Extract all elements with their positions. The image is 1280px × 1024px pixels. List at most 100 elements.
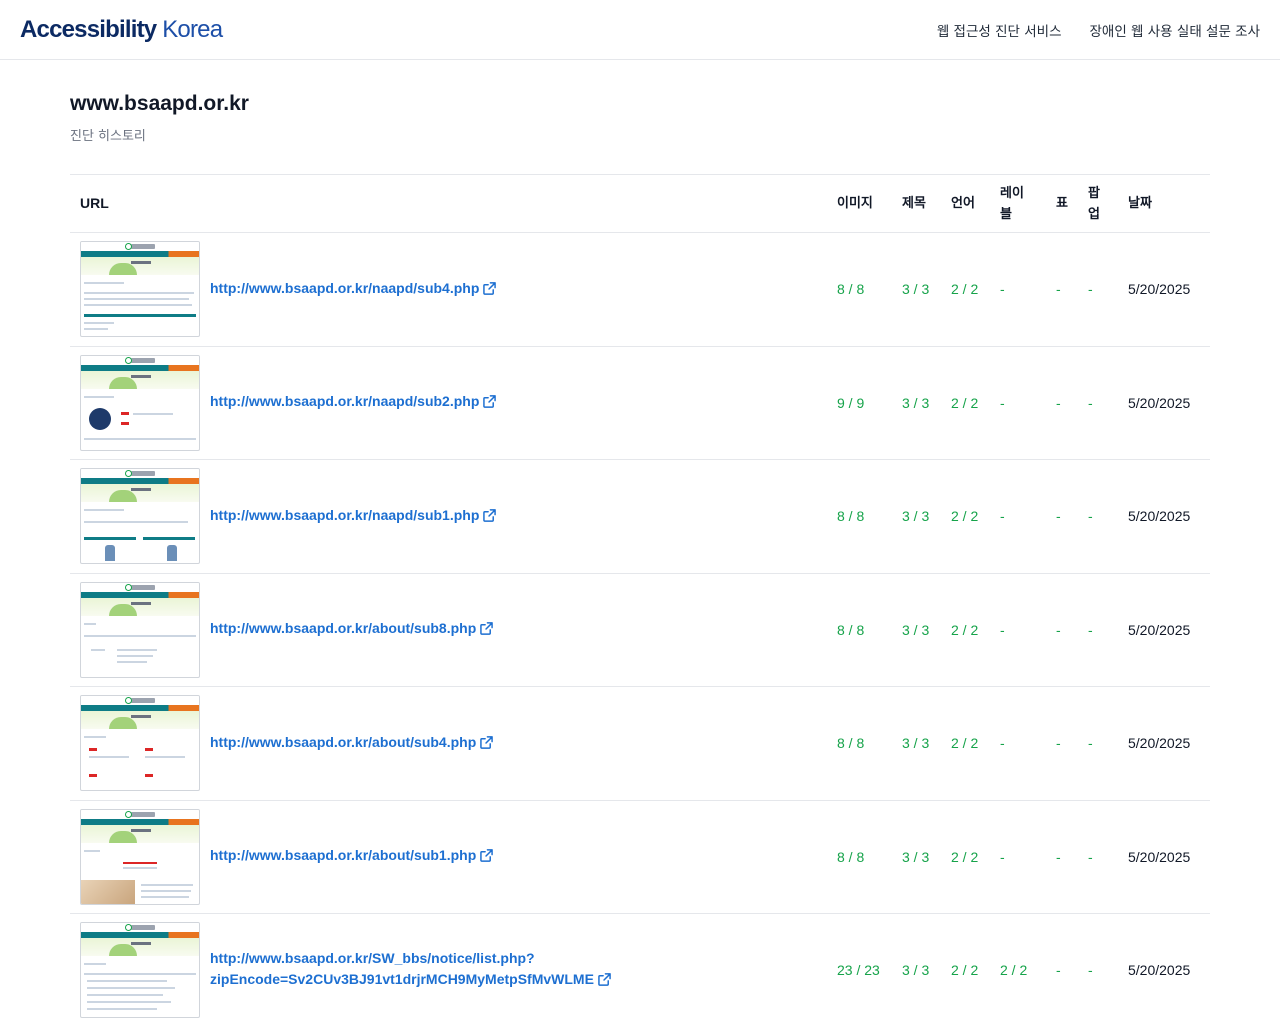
page-url-link[interactable]: http://www.bsaapd.or.kr/naapd/sub4.php bbox=[210, 278, 497, 301]
table-score: - bbox=[1056, 848, 1061, 865]
image-score: 9 / 9 bbox=[837, 394, 865, 411]
page-title: www.bsaapd.or.kr bbox=[70, 92, 249, 115]
history-table: URL 이미지 제목 언어 레이 블 표 팝업 날짜 http://www.bsa… bbox=[70, 174, 1210, 1024]
image-score: 8 / 8 bbox=[837, 621, 865, 638]
col-header-image: 이미지 bbox=[837, 196, 873, 211]
page-thumbnail[interactable] bbox=[80, 354, 200, 451]
page-thumbnail[interactable] bbox=[80, 922, 200, 1019]
url-cell: http://www.bsaapd.or.kr/SW_bbs/notice/li… bbox=[70, 914, 827, 1024]
popup-score: - bbox=[1088, 508, 1093, 525]
external-link-icon bbox=[483, 280, 497, 301]
page-thumbnail[interactable] bbox=[80, 808, 200, 905]
image-score: 8 / 8 bbox=[837, 508, 865, 525]
language-score: 2 / 2 bbox=[951, 962, 979, 979]
site-header: Accessibility Korea 웹 접근성 진단 서비스 장애인 웹 사… bbox=[0, 0, 1280, 60]
page-thumbnail[interactable] bbox=[80, 695, 200, 792]
diagnosis-date: 5/20/2025 bbox=[1128, 962, 1191, 979]
table-score: - bbox=[1056, 735, 1061, 752]
main-nav: 웹 접근성 진단 서비스 장애인 웹 사용 실태 설문 조사 bbox=[937, 20, 1260, 40]
table-row: http://www.bsaapd.or.kr/about/sub1.php 8 … bbox=[70, 800, 1210, 914]
col-header-date: 날짜 bbox=[1128, 196, 1152, 211]
url-cell: http://www.bsaapd.or.kr/naapd/sub2.php bbox=[70, 346, 827, 460]
diagnosis-date: 5/20/2025 bbox=[1128, 508, 1191, 525]
title-score: 3 / 3 bbox=[902, 281, 930, 298]
diagnosis-date: 5/20/2025 bbox=[1128, 848, 1191, 865]
label-score: - bbox=[1000, 281, 1005, 298]
image-score: 8 / 8 bbox=[837, 735, 865, 752]
diagnosis-date: 5/20/2025 bbox=[1128, 735, 1191, 752]
page-subtitle: 진단 히스토리 bbox=[70, 129, 146, 144]
table-score: - bbox=[1056, 508, 1061, 525]
url-cell: http://www.bsaapd.or.kr/about/sub8.php bbox=[70, 573, 827, 687]
col-header-table: 표 bbox=[1056, 196, 1068, 211]
col-header-title: 제목 bbox=[902, 196, 926, 211]
table-header-row: URL 이미지 제목 언어 레이 블 표 팝업 날짜 bbox=[70, 174, 1210, 233]
language-score: 2 / 2 bbox=[951, 848, 979, 865]
popup-score: - bbox=[1088, 848, 1093, 865]
nav-survey[interactable]: 장애인 웹 사용 실태 설문 조사 bbox=[1090, 20, 1261, 40]
url-cell: http://www.bsaapd.or.kr/about/sub1.php bbox=[70, 800, 827, 914]
external-link-icon bbox=[480, 847, 494, 868]
language-score: 2 / 2 bbox=[951, 281, 979, 298]
col-header-language: 언어 bbox=[951, 196, 975, 211]
table-row: http://www.bsaapd.or.kr/about/sub8.php 8 … bbox=[70, 573, 1210, 687]
language-score: 2 / 2 bbox=[951, 621, 979, 638]
url-cell: http://www.bsaapd.or.kr/about/sub4.php bbox=[70, 687, 827, 801]
language-score: 2 / 2 bbox=[951, 508, 979, 525]
title-score: 3 / 3 bbox=[902, 621, 930, 638]
popup-score: - bbox=[1088, 621, 1093, 638]
page-thumbnail[interactable] bbox=[80, 468, 200, 565]
label-score: - bbox=[1000, 508, 1005, 525]
image-score: 23 / 23 bbox=[837, 962, 880, 979]
site-logo[interactable]: Accessibility Korea bbox=[20, 16, 223, 44]
language-score: 2 / 2 bbox=[951, 735, 979, 752]
main-content: www.bsaapd.or.kr 진단 히스토리 URL 이미지 제목 언어 레… bbox=[0, 60, 1280, 1024]
table-row: http://www.bsaapd.or.kr/naapd/sub4.php 8 … bbox=[70, 233, 1210, 347]
diagnosis-date: 5/20/2025 bbox=[1128, 394, 1191, 411]
table-row: http://www.bsaapd.or.kr/naapd/sub2.php 9 … bbox=[70, 346, 1210, 460]
title-score: 3 / 3 bbox=[902, 508, 930, 525]
external-link-icon bbox=[480, 620, 494, 641]
popup-score: - bbox=[1088, 394, 1093, 411]
title-score: 3 / 3 bbox=[902, 848, 930, 865]
table-row: http://www.bsaapd.or.kr/naapd/sub1.php 8 … bbox=[70, 460, 1210, 574]
popup-score: - bbox=[1088, 735, 1093, 752]
label-score: - bbox=[1000, 621, 1005, 638]
external-link-icon bbox=[480, 734, 494, 755]
table-row: http://www.bsaapd.or.kr/about/sub4.php 8 … bbox=[70, 687, 1210, 801]
popup-score: - bbox=[1088, 281, 1093, 298]
page-url-link[interactable]: http://www.bsaapd.or.kr/naapd/sub1.php bbox=[210, 505, 497, 528]
page-url-link[interactable]: http://www.bsaapd.or.kr/naapd/sub2.php bbox=[210, 391, 497, 414]
page-thumbnail[interactable] bbox=[80, 241, 200, 338]
language-score: 2 / 2 bbox=[951, 394, 979, 411]
label-score: - bbox=[1000, 394, 1005, 411]
page-url-link[interactable]: http://www.bsaapd.or.kr/about/sub8.php bbox=[210, 618, 494, 641]
image-score: 8 / 8 bbox=[837, 848, 865, 865]
diagnosis-date: 5/20/2025 bbox=[1128, 621, 1191, 638]
label-score: - bbox=[1000, 848, 1005, 865]
image-score: 8 / 8 bbox=[837, 281, 865, 298]
url-cell: http://www.bsaapd.or.kr/naapd/sub1.php bbox=[70, 460, 827, 574]
page-url-link[interactable]: http://www.bsaapd.or.kr/about/sub1.php bbox=[210, 845, 494, 868]
col-header-label: 레이 블 bbox=[1000, 185, 1024, 222]
title-score: 3 / 3 bbox=[902, 962, 930, 979]
table-score: - bbox=[1056, 962, 1061, 979]
external-link-icon bbox=[483, 507, 497, 528]
title-score: 3 / 3 bbox=[902, 394, 930, 411]
title-score: 3 / 3 bbox=[902, 735, 930, 752]
external-link-icon bbox=[598, 971, 611, 992]
label-score: 2 / 2 bbox=[1000, 962, 1028, 979]
table-score: - bbox=[1056, 621, 1061, 638]
table-score: - bbox=[1056, 394, 1061, 411]
page-url-link[interactable]: http://www.bsaapd.or.kr/about/sub4.php bbox=[210, 732, 494, 755]
nav-accessibility-service[interactable]: 웹 접근성 진단 서비스 bbox=[937, 20, 1062, 40]
col-header-popup: 팝업 bbox=[1088, 185, 1100, 222]
external-link-icon bbox=[483, 393, 497, 414]
page-url-link[interactable]: http://www.bsaapd.or.kr/SW_bbs/notice/li… bbox=[210, 948, 611, 992]
table-score: - bbox=[1056, 281, 1061, 298]
label-score: - bbox=[1000, 735, 1005, 752]
diagnosis-date: 5/20/2025 bbox=[1128, 281, 1191, 298]
col-header-url: URL bbox=[80, 195, 109, 211]
url-cell: http://www.bsaapd.or.kr/naapd/sub4.php bbox=[70, 233, 827, 347]
page-thumbnail[interactable] bbox=[80, 581, 200, 678]
